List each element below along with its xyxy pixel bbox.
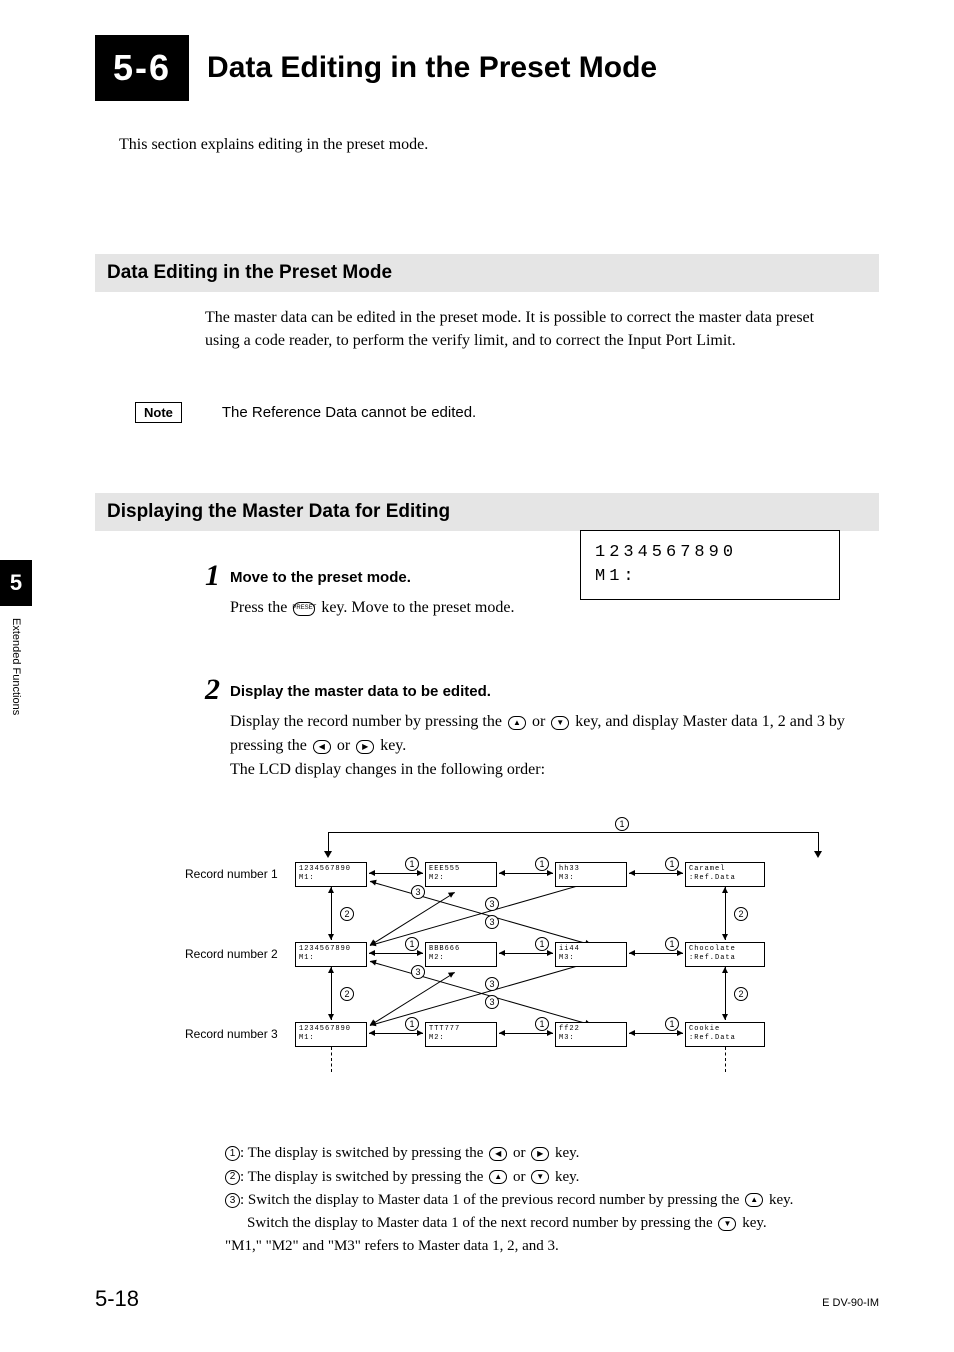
legend: 1: The display is switched by pressing t…	[225, 1142, 879, 1258]
legend-line-3: 3: Switch the display to Master data 1 o…	[225, 1189, 879, 1212]
lcd-navigation-diagram: 1 Record number 1 1234567890M1: EEE555M2…	[185, 817, 865, 1107]
note-row: Note The Reference Data cannot be edited…	[135, 402, 879, 423]
section-heading-2: Displaying the Master Data for Editing	[95, 493, 879, 531]
down-key-icon: ▼	[551, 716, 569, 730]
lcd-line1: 1234567890	[595, 541, 825, 565]
chapter-badge: 5-6	[95, 35, 189, 101]
side-tab: 5 Extended Functions	[0, 560, 32, 732]
up-key-icon: ▲	[489, 1170, 507, 1184]
step2-body: Display the record number by pressing th…	[230, 710, 850, 782]
lcd-r1-c3: hh33M3:	[555, 862, 627, 886]
lcd-r3-c4: Cookie :Ref.Data	[685, 1022, 765, 1046]
step-2: 2 Display the master data to be edited. …	[205, 675, 879, 782]
lcd-r3-c1: 1234567890M1:	[295, 1022, 367, 1046]
chapter-number-tab: 5	[0, 560, 32, 606]
record-label-3: Record number 3	[185, 1027, 278, 1041]
legend-line-4: "M1," "M2" and "M3" refers to Master dat…	[225, 1235, 879, 1258]
preset-key-icon: PRESET	[293, 602, 315, 616]
page-footer: 5-18 E DV-90-IM	[95, 1286, 879, 1312]
record-label-1: Record number 1	[185, 867, 278, 881]
page-title: Data Editing in the Preset Mode	[207, 51, 657, 85]
lcd-r2-c2: BBB666M2:	[425, 942, 497, 966]
step1-post: key. Move to the preset mode.	[317, 599, 514, 616]
right-key-icon: ▶	[531, 1147, 549, 1161]
left-key-icon: ◀	[313, 740, 331, 754]
up-key-icon: ▲	[508, 716, 526, 730]
step1-body: Press the PRESET key. Move to the preset…	[230, 596, 850, 620]
left-key-icon: ◀	[489, 1147, 507, 1161]
document-id: E DV-90-IM	[822, 1297, 879, 1309]
section-heading-1: Data Editing in the Preset Mode	[95, 254, 879, 292]
lcd-r2-c3: ii44M3:	[555, 942, 627, 966]
note-label: Note	[135, 402, 182, 423]
step-number-2: 2	[205, 675, 220, 705]
lcd-r3-c3: ff22M3:	[555, 1022, 627, 1046]
step-number-1: 1	[205, 561, 220, 591]
up-key-icon: ▲	[745, 1193, 763, 1207]
legend-line-3b: Switch the display to Master data 1 of t…	[225, 1212, 879, 1235]
intro-text: This section explains editing in the pre…	[119, 136, 879, 154]
lcd-line2: M1:	[595, 565, 825, 589]
lcd-r2-c4: Chocolate :Ref.Data	[685, 942, 765, 966]
step2-title: Display the master data to be edited.	[230, 683, 879, 700]
circled-1: 1	[615, 817, 629, 831]
section1-body: The master data can be edited in the pre…	[205, 306, 845, 352]
title-row: 5-6 Data Editing in the Preset Mode	[95, 35, 879, 101]
lcd-r2-c1: 1234567890M1:	[295, 942, 367, 966]
lcd-r1-c1: 1234567890M1:	[295, 862, 367, 886]
note-text: The Reference Data cannot be edited.	[222, 404, 476, 421]
lcd-display-large: 1234567890 M1:	[580, 530, 840, 600]
legend-line-1: 1: The display is switched by pressing t…	[225, 1142, 879, 1165]
lcd-r1-c2: EEE555M2:	[425, 862, 497, 886]
right-key-icon: ▶	[356, 740, 374, 754]
legend-line-2: 2: The display is switched by pressing t…	[225, 1166, 879, 1189]
lcd-r1-c4: Caramel :Ref.Data	[685, 862, 765, 886]
record-label-2: Record number 2	[185, 947, 278, 961]
down-key-icon: ▼	[718, 1217, 736, 1231]
side-tab-text: Extended Functions	[10, 606, 22, 727]
down-key-icon: ▼	[531, 1170, 549, 1184]
page-number: 5-18	[95, 1286, 139, 1312]
step1-pre: Press the	[230, 599, 291, 616]
lcd-r3-c2: TTT777M2:	[425, 1022, 497, 1046]
